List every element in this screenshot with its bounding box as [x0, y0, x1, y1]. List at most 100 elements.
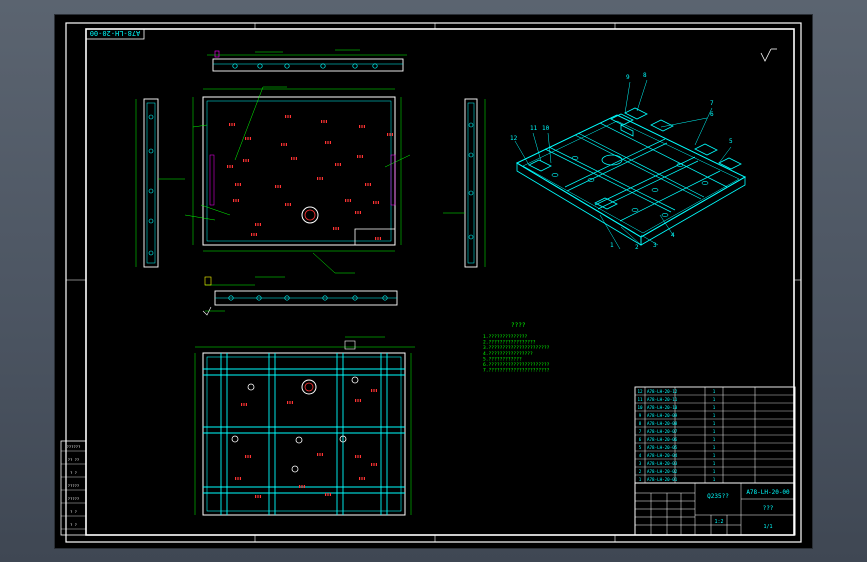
- hole-mark: [237, 199, 239, 202]
- hole-mark: [253, 233, 255, 236]
- hole-mark: [355, 399, 357, 402]
- hole-mark: [291, 157, 293, 160]
- hole-mark: [301, 485, 303, 488]
- outer-frame: [65, 22, 802, 543]
- drawing-canvas[interactable]: A78-LH-20-00 1 2 3456789101112 ???? 1.??…: [55, 15, 812, 548]
- hole-mark: [237, 477, 239, 480]
- hole-mark: [375, 389, 377, 392]
- left-revision-block: ?????? ?? ?? ? ??????????? ? ? ? ?: [60, 440, 87, 536]
- hole-mark: [245, 137, 247, 140]
- parts-cell: 2: [639, 469, 642, 474]
- hole-mark: [299, 485, 301, 488]
- hole-mark: [249, 455, 251, 458]
- parts-cell: A78-LH-20-08: [647, 421, 678, 426]
- parts-cell: 1: [713, 477, 716, 482]
- hole-mark: [247, 455, 249, 458]
- plan-view-lower: [194, 336, 415, 516]
- hole-mark: [329, 493, 331, 496]
- cad-drawing-viewport[interactable]: A78-LH-20-00 1 2 3 4 5 6 7 8 9 10 11 12 …: [55, 15, 812, 548]
- parts-cell: A78-LH-20-04: [647, 453, 678, 458]
- parts-cell: A78-LH-20-05: [647, 445, 678, 450]
- parts-cell: 1: [713, 429, 716, 434]
- parts-cell: 11: [637, 397, 643, 402]
- note-line: 2.?????????????????: [483, 340, 536, 346]
- hole-mark: [357, 455, 359, 458]
- hole-mark: [283, 143, 285, 146]
- hole-mark: [321, 177, 323, 180]
- hole-mark: [325, 120, 327, 123]
- hole-mark: [359, 125, 361, 128]
- hole-mark: [251, 233, 253, 236]
- hole-mark: [347, 199, 349, 202]
- parts-cell: 1: [713, 437, 716, 442]
- left-block-text: ? ?: [70, 522, 77, 527]
- hole-mark: [243, 159, 245, 162]
- left-block-text: ?? ??: [68, 457, 79, 462]
- hole-mark: [255, 223, 257, 226]
- title-code: A78-LH-20-00: [746, 489, 790, 496]
- hole-mark: [379, 237, 381, 240]
- hole-mark: [335, 163, 337, 166]
- hole-mark: [243, 403, 245, 406]
- hole-mark: [285, 203, 287, 206]
- callout-label: 12: [510, 135, 518, 142]
- callout-label: 9: [626, 74, 630, 81]
- hole-mark: [227, 165, 229, 168]
- hole-mark: [281, 143, 283, 146]
- top-elevation-view: [207, 49, 407, 72]
- hole-mark: [245, 159, 247, 162]
- hole-mark: [279, 185, 281, 188]
- note-line: 3.??????????????????????: [483, 345, 550, 351]
- parts-cell: A78-LH-20-09: [647, 413, 678, 418]
- hole-mark: [285, 143, 287, 146]
- parts-cell: 1: [713, 453, 716, 458]
- hole-mark: [233, 123, 235, 126]
- notes-title: ????: [511, 322, 526, 329]
- hole-mark: [337, 163, 339, 166]
- hole-mark: [371, 463, 373, 466]
- left-side-view: [135, 98, 185, 268]
- parts-cell: 4: [639, 453, 642, 458]
- hole-mark: [231, 165, 233, 168]
- hole-mark: [369, 183, 371, 186]
- hole-mark: [361, 155, 363, 158]
- hole-mark: [373, 201, 375, 204]
- hole-mark: [319, 177, 321, 180]
- hole-mark: [359, 155, 361, 158]
- hole-mark: [375, 463, 377, 466]
- title-sheet: 1/1: [763, 524, 772, 530]
- hole-mark: [245, 403, 247, 406]
- parts-cell: 1: [713, 405, 716, 410]
- hole-mark: [287, 401, 289, 404]
- surface-mark: [760, 48, 777, 62]
- left-block-text: ??????: [67, 444, 81, 449]
- hole-mark: [325, 493, 327, 496]
- hole-mark: [387, 133, 389, 136]
- hole-mark: [235, 199, 237, 202]
- hole-mark: [323, 120, 325, 123]
- callout-label: 3: [653, 242, 657, 249]
- hole-mark: [373, 463, 375, 466]
- parts-cell: 1: [713, 421, 716, 426]
- callout-label: 5: [729, 138, 733, 145]
- hole-mark: [365, 183, 367, 186]
- hole-mark: [257, 495, 259, 498]
- parts-cell: 1: [713, 469, 716, 474]
- hole-mark: [287, 115, 289, 118]
- callout-label: 11: [530, 125, 538, 132]
- parts-cell: A78-LH-20-01: [647, 477, 678, 482]
- zone-ticks: [66, 23, 801, 542]
- parts-cell: A78-LH-20-12: [647, 389, 678, 394]
- hole-mark: [363, 125, 365, 128]
- hole-mark: [239, 183, 241, 186]
- notes-lines: 1.??????????????2.?????????????????3.???…: [483, 334, 550, 374]
- hole-mark: [241, 403, 243, 406]
- hole-mark: [361, 477, 363, 480]
- parts-cell: 1: [713, 397, 716, 402]
- title-name: ???: [763, 505, 774, 512]
- note-line: 5.????????????: [483, 356, 522, 362]
- hole-mark: [375, 237, 377, 240]
- parts-cell: A78-LH-20-07: [647, 429, 678, 434]
- hole-mark: [287, 203, 289, 206]
- hole-mark: [361, 125, 363, 128]
